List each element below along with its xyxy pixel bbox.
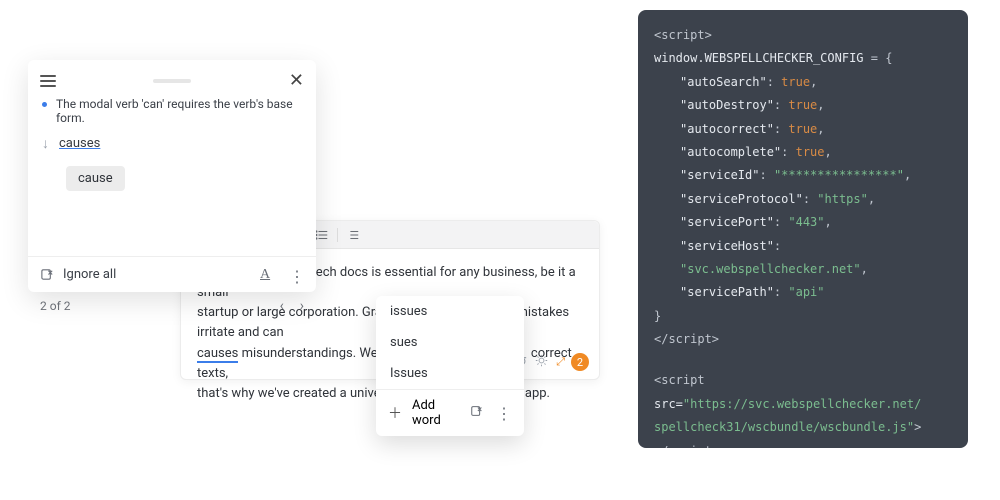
hamburger-icon[interactable]	[40, 75, 56, 87]
code-text: spellcheck31/wscbundle/wscbundle.js"	[654, 420, 914, 434]
error-count-badge[interactable]: 2	[571, 353, 589, 371]
code-line: "autoDestroy": true,	[654, 94, 952, 117]
ignore-icon	[40, 267, 55, 282]
code-line: "serviceHost": "svc.webspellchecker.net"…	[654, 235, 952, 282]
plus-icon: ＋	[388, 403, 402, 423]
expand-icon[interactable]: ⤢	[556, 355, 563, 369]
grammar-error[interactable]: causes	[197, 346, 238, 363]
code-line: "serviceProtocol": "https",	[654, 188, 952, 211]
code-text: }	[654, 309, 661, 323]
font-icon[interactable]: A	[260, 267, 275, 282]
code-text: </script>	[654, 332, 719, 346]
code-line: "servicePort": "443",	[654, 211, 952, 234]
suggestion-item[interactable]: sues	[376, 327, 524, 358]
code-text: "https://svc.webspellchecker.net/	[683, 397, 921, 411]
list-icon[interactable]	[315, 228, 329, 242]
code-text: window.	[654, 51, 705, 65]
rule-description: The modal verb 'can' requires the verb's…	[28, 97, 316, 125]
code-line: "autocomplete": true,	[654, 141, 952, 164]
close-icon[interactable]: ✕	[289, 70, 304, 91]
drag-handle[interactable]	[153, 79, 191, 83]
code-line: "servicePath": "api"	[654, 281, 952, 304]
suggestion-item[interactable]: Issues	[376, 358, 524, 389]
grammar-dialog: ✕ The modal verb 'can' requires the verb…	[28, 60, 316, 292]
suggestion-item[interactable]: issues	[376, 296, 524, 327]
counter-label: 2 of 2	[40, 299, 70, 313]
code-text: = {	[864, 51, 893, 65]
code-line: "serviceId": "****************",	[654, 164, 952, 187]
rule-dot-icon	[42, 102, 47, 107]
ignore-all-button[interactable]: Ignore all	[40, 267, 116, 282]
more-icon[interactable]: ⋮	[289, 267, 304, 282]
more-icon[interactable]: ⋮	[496, 404, 512, 423]
suggestion-popup: issues sues Issues ＋ Add word ⋮	[376, 296, 524, 436]
code-panel: <script> window.WEBSPELLCHECKER_CONFIG =…	[638, 10, 968, 448]
code-line: "autocorrect": true,	[654, 118, 952, 141]
code-text: src=	[654, 397, 683, 411]
prev-button[interactable]: ‹	[280, 298, 284, 314]
numbered-list-icon[interactable]	[346, 228, 360, 242]
code-text: WEBSPELLCHECKER_CONFIG	[705, 51, 864, 65]
gear-icon[interactable]	[535, 354, 548, 371]
next-button[interactable]: ›	[300, 298, 304, 314]
original-word: causes	[59, 136, 100, 151]
arrow-down-icon: ↓	[42, 135, 49, 152]
text: app.	[525, 386, 550, 401]
code-text: <script>	[654, 28, 712, 42]
code-text: <script	[654, 373, 705, 387]
toolbar-separator	[337, 228, 338, 242]
editor-status-bar: ↺ ⤢ 2	[516, 353, 589, 371]
code-line: "autoSearch": true,	[654, 71, 952, 94]
suggestion-chip[interactable]: cause	[66, 166, 125, 191]
ignore-icon[interactable]	[470, 404, 484, 423]
add-word-button[interactable]: Add word	[412, 398, 460, 428]
